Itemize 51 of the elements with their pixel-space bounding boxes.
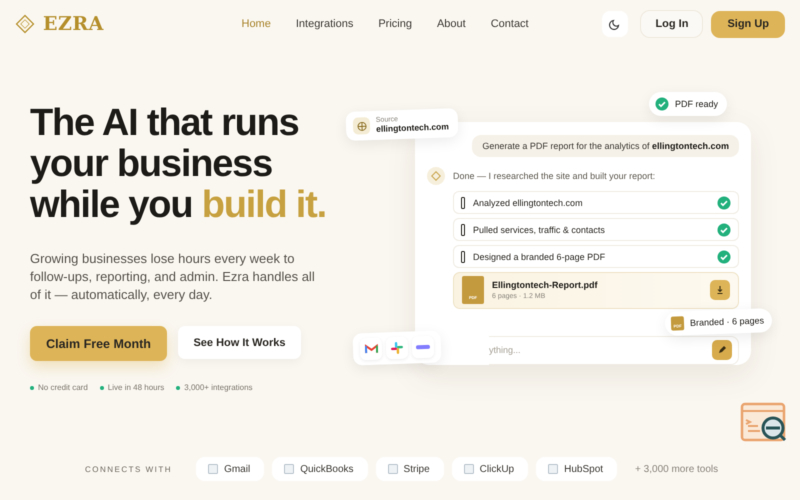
image-icon <box>548 464 558 474</box>
image-icon <box>464 464 474 474</box>
theme-toggle-button[interactable] <box>602 11 628 37</box>
perk-text: 3,000+ integrations <box>184 383 253 392</box>
task-step: Pulled services, traffic & contacts <box>453 218 739 241</box>
brand-name: EZRA <box>43 13 104 35</box>
integration-chip[interactable]: QuickBooks <box>272 457 368 481</box>
status-dot-icon <box>176 386 180 390</box>
integration-chip[interactable]: Stripe <box>376 457 444 481</box>
image-icon <box>284 464 294 474</box>
image-icon <box>388 464 398 474</box>
status-dot-icon <box>100 386 104 390</box>
prompt-bubble: Generate a PDF report for the analytics of ellingtontech.com <box>472 135 739 157</box>
check-icon <box>655 97 669 111</box>
nav-link[interactable]: Pricing <box>366 14 424 34</box>
nav-link[interactable]: About <box>424 14 478 34</box>
login-button[interactable]: Log In <box>640 10 704 38</box>
bar-icon <box>461 250 465 262</box>
perk-text: Live in 48 hours <box>108 383 164 392</box>
file-name: Ellingtontech-Report.pdf <box>492 280 598 290</box>
reply-text: Done — I researched the site and built your report: <box>453 171 656 181</box>
status-dot-icon <box>30 386 34 390</box>
integration-chip[interactable]: ClickUp <box>452 457 528 481</box>
task-step: Analyzed ellingtontech.com <box>453 191 739 214</box>
moon-icon <box>609 18 622 30</box>
integration-chip[interactable]: Gmail <box>196 457 264 481</box>
bar-icon <box>461 224 465 236</box>
send-button[interactable] <box>712 340 732 360</box>
pencil-icon <box>717 345 727 356</box>
nav-link[interactable]: Contact <box>478 14 542 34</box>
download-icon <box>715 285 725 296</box>
pdf-ready-badge: PDF ready <box>649 92 728 116</box>
download-button[interactable] <box>710 280 730 300</box>
image-icon <box>208 464 218 474</box>
globe-icon <box>356 120 367 132</box>
bar-icon <box>461 196 465 208</box>
connects-label: CONNECTS WITH <box>85 464 172 474</box>
more-tools-text: + 3,000 more tools <box>635 464 718 474</box>
hero-headline: The AI that runs your business while you build it. <box>30 103 326 226</box>
signup-button[interactable]: Sign Up <box>711 10 785 38</box>
perk-text: No credit card <box>38 383 88 392</box>
source-value: ellingtontech.com <box>376 121 449 134</box>
integration-chip[interactable]: HubSpot <box>536 457 618 481</box>
hash-grid-icon <box>390 342 404 354</box>
diamond-icon <box>431 171 441 181</box>
claim-free-month-button[interactable]: Claim Free Month <box>30 326 167 361</box>
nav-link[interactable]: Integrations <box>283 14 366 34</box>
see-how-it-works-button[interactable]: See How It Works <box>178 326 301 359</box>
task-step: Designed a branded 6-page PDF <box>453 245 739 268</box>
mail-icon <box>364 344 378 354</box>
hero-description: Growing businesses lose hours every week to follow-ups, reporting, and admin. Ezra handles all of it — automatically, every day. <box>30 250 316 304</box>
